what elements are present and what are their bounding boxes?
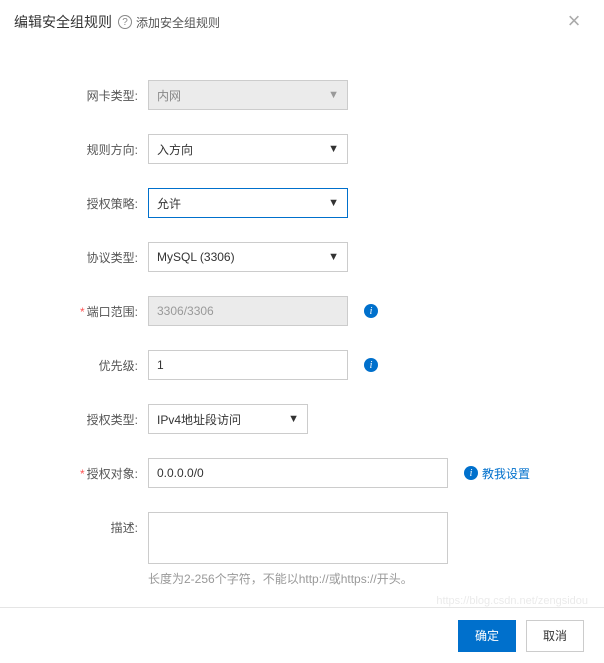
row-auth-object: *授权对象: i 教我设置 (20, 458, 584, 488)
row-port-range: *端口范围: i (20, 296, 584, 326)
select-auth-policy-value: 允许 (157, 195, 181, 212)
textarea-description[interactable] (148, 512, 448, 564)
help-icon[interactable]: ? (118, 15, 132, 29)
row-rule-direction: 规则方向: 入方向 ▼ (20, 134, 584, 164)
input-priority-field[interactable] (157, 351, 339, 379)
select-rule-direction-value: 入方向 (157, 141, 193, 158)
input-priority[interactable] (148, 350, 348, 380)
ok-button[interactable]: 确定 (458, 620, 516, 652)
row-auth-policy: 授权策略: 允许 ▼ (20, 188, 584, 218)
select-protocol-type[interactable]: MySQL (3306) ▼ (148, 242, 348, 272)
input-auth-object[interactable] (148, 458, 448, 488)
select-rule-direction[interactable]: 入方向 ▼ (148, 134, 348, 164)
caret-down-icon: ▼ (328, 197, 339, 209)
row-auth-type: 授权类型: IPv4地址段访问 ▼ (20, 404, 584, 434)
description-hint: 长度为2-256个字符，不能以http://或https://开头。 (148, 570, 584, 587)
row-description: 描述: 长度为2-256个字符，不能以http://或https://开头。 (20, 512, 584, 587)
row-nic-type: 网卡类型: 内网 ▼ (20, 80, 584, 110)
input-auth-object-field[interactable] (157, 459, 439, 487)
label-description: 描述: (20, 512, 148, 536)
select-protocol-type-value: MySQL (3306) (157, 250, 235, 264)
caret-down-icon: ▼ (328, 89, 339, 101)
select-nic-type: 内网 ▼ (148, 80, 348, 110)
label-nic-type: 网卡类型: (20, 80, 148, 104)
caret-down-icon: ▼ (288, 413, 299, 425)
label-port-range: *端口范围: (20, 296, 148, 320)
info-icon[interactable]: i (364, 304, 378, 318)
label-rule-direction: 规则方向: (20, 134, 148, 158)
select-auth-policy[interactable]: 允许 ▼ (148, 188, 348, 218)
input-port-range-field (157, 297, 339, 325)
dialog-header: 编辑安全组规则 ? 添加安全组规则 × (0, 0, 604, 40)
row-protocol-type: 协议类型: MySQL (3306) ▼ (20, 242, 584, 272)
dialog-footer: 确定 取消 (0, 607, 604, 663)
cancel-button[interactable]: 取消 (526, 620, 584, 652)
caret-down-icon: ▼ (328, 143, 339, 155)
form: 网卡类型: 内网 ▼ 规则方向: 入方向 ▼ 授权策略: 允许 ▼ 协议类型: (0, 40, 604, 621)
row-priority: 优先级: i (20, 350, 584, 380)
help-set-link[interactable]: i 教我设置 (464, 465, 530, 482)
label-auth-policy: 授权策略: (20, 188, 148, 212)
caret-down-icon: ▼ (328, 251, 339, 263)
input-port-range (148, 296, 348, 326)
select-auth-type[interactable]: IPv4地址段访问 ▼ (148, 404, 308, 434)
select-auth-type-value: IPv4地址段访问 (157, 411, 241, 428)
label-auth-object: *授权对象: (20, 458, 148, 482)
label-priority: 优先级: (20, 350, 148, 374)
help-set-text: 教我设置 (482, 465, 530, 482)
info-icon[interactable]: i (364, 358, 378, 372)
info-icon: i (464, 466, 478, 480)
label-protocol-type: 协议类型: (20, 242, 148, 266)
select-nic-type-value: 内网 (157, 87, 181, 104)
close-icon[interactable]: × (562, 10, 586, 34)
dialog-title: 编辑安全组规则 (14, 12, 112, 32)
label-auth-type: 授权类型: (20, 404, 148, 428)
help-link[interactable]: 添加安全组规则 (136, 14, 220, 31)
